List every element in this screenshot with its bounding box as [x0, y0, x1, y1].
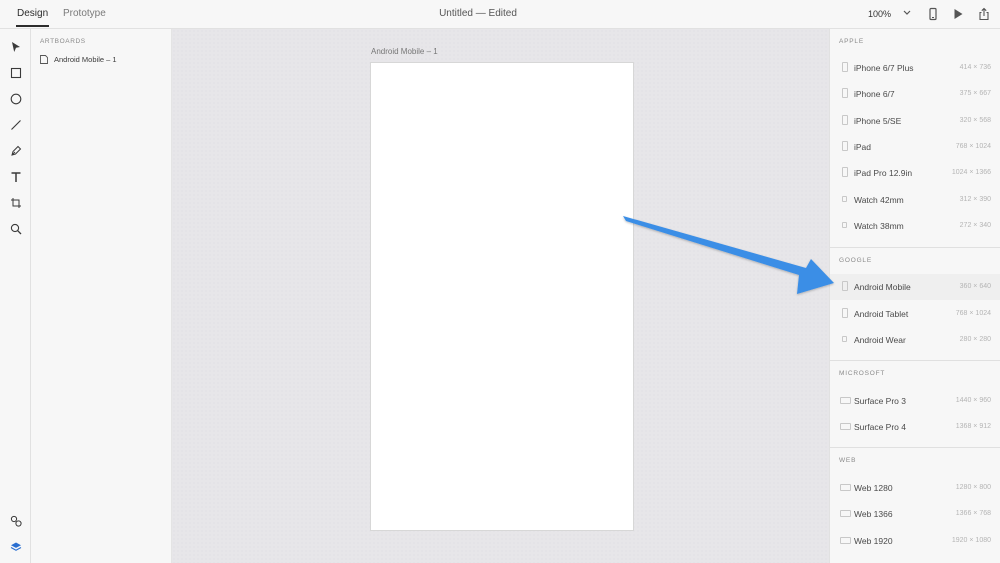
rectangle-tool-icon[interactable]	[8, 65, 23, 80]
preset-surface-pro-3[interactable]: Surface Pro 3 1440 × 960	[830, 388, 1000, 414]
section-heading-web: WEB	[839, 457, 857, 464]
device-preview-icon[interactable]	[926, 7, 940, 21]
section-heading-google: GOOGLE	[839, 257, 872, 264]
layer-item-label: Android Mobile – 1	[54, 55, 117, 64]
phone-icon	[842, 115, 848, 125]
artboard-tool-icon[interactable]	[8, 195, 23, 210]
preset-watch-42mm[interactable]: Watch 42mm 312 × 390	[830, 187, 1000, 213]
chevron-down-icon[interactable]	[901, 6, 913, 18]
preset-name: Android Wear	[854, 335, 906, 345]
phone-icon	[842, 88, 848, 98]
watch-icon	[842, 336, 847, 342]
preset-name: Web 1280	[854, 483, 893, 493]
share-icon[interactable]	[977, 7, 991, 21]
preset-iphone-5-se[interactable]: iPhone 5/SE 320 × 568	[830, 108, 1000, 134]
preset-size: 280 × 280	[959, 336, 991, 343]
preset-name: Surface Pro 3	[854, 396, 906, 406]
pen-tool-icon[interactable]	[8, 143, 23, 158]
browser-icon	[840, 510, 851, 517]
preset-size: 1368 × 912	[955, 423, 991, 430]
document-title: Untitled — Edited	[439, 8, 517, 19]
preset-watch-38mm[interactable]: Watch 38mm 272 × 340	[830, 213, 1000, 239]
preset-name: Web 1920	[854, 536, 893, 546]
laptop-icon	[840, 397, 851, 404]
layers-panel: ARTBOARDS Android Mobile – 1	[31, 29, 172, 563]
preset-size: 1440 × 960	[955, 397, 991, 404]
divider	[830, 360, 1000, 361]
zoom-level[interactable]: 100%	[868, 9, 891, 19]
preset-ipad-pro[interactable]: iPad Pro 12.9in 1024 × 1366	[830, 160, 1000, 186]
preset-android-tablet[interactable]: Android Tablet 768 × 1024	[830, 301, 1000, 327]
section-heading-microsoft: MICROSOFT	[839, 370, 886, 377]
preset-iphone-6-7[interactable]: iPhone 6/7 375 × 667	[830, 81, 1000, 107]
preset-size: 375 × 667	[959, 90, 991, 97]
laptop-icon	[840, 423, 851, 430]
text-tool-icon[interactable]	[8, 169, 23, 184]
preset-android-mobile[interactable]: Android Mobile 360 × 640	[830, 274, 1000, 300]
watch-icon	[842, 196, 847, 202]
preset-name: iPhone 5/SE	[854, 116, 902, 126]
preset-size: 768 × 1024	[955, 310, 991, 317]
preset-size: 1920 × 1080	[951, 537, 991, 544]
artboards-heading: ARTBOARDS	[40, 38, 86, 45]
artboard-icon	[40, 55, 48, 64]
line-tool-icon[interactable]	[8, 117, 23, 132]
preset-name: Surface Pro 4	[854, 422, 906, 432]
preset-name: Watch 38mm	[854, 221, 904, 231]
preset-size: 272 × 340	[959, 222, 991, 229]
preset-name: Web 1366	[854, 509, 893, 519]
preset-android-wear[interactable]: Android Wear 280 × 280	[830, 327, 1000, 353]
tablet-icon	[842, 167, 848, 177]
preset-name: iPhone 6/7 Plus	[854, 63, 914, 73]
tool-bar	[0, 29, 31, 563]
preset-name: iPhone 6/7	[854, 89, 895, 99]
preset-size: 360 × 640	[959, 283, 991, 290]
artboard-presets-panel: APPLE iPhone 6/7 Plus 414 × 736 iPhone 6/…	[829, 29, 1000, 563]
preset-web-1920[interactable]: Web 1920 1920 × 1080	[830, 528, 1000, 554]
phone-icon	[842, 62, 848, 72]
preset-name: Android Tablet	[854, 309, 909, 319]
select-tool-icon[interactable]	[8, 39, 23, 54]
canvas[interactable]: Android Mobile – 1	[172, 29, 829, 563]
zoom-tool-icon[interactable]	[8, 221, 23, 236]
layer-item-artboard[interactable]: Android Mobile – 1	[40, 55, 117, 64]
artboard[interactable]	[370, 62, 634, 531]
preset-name: iPad	[854, 142, 872, 152]
preset-size: 1280 × 800	[955, 484, 991, 491]
layers-icon[interactable]	[8, 539, 23, 554]
browser-icon	[840, 537, 851, 544]
preset-size: 320 × 568	[959, 117, 991, 124]
play-icon[interactable]	[951, 7, 965, 21]
preset-size: 768 × 1024	[955, 143, 991, 150]
watch-icon	[842, 222, 847, 228]
preset-size: 1366 × 768	[955, 510, 991, 517]
divider	[830, 447, 1000, 448]
ellipse-tool-icon[interactable]	[8, 91, 23, 106]
preset-ipad[interactable]: iPad 768 × 1024	[830, 134, 1000, 160]
preset-surface-pro-4[interactable]: Surface Pro 4 1368 × 912	[830, 414, 1000, 440]
section-heading-apple: APPLE	[839, 38, 864, 45]
preset-iphone-6-7-plus[interactable]: iPhone 6/7 Plus 414 × 736	[830, 55, 1000, 81]
top-bar: Design Prototype Untitled — Edited 100%	[0, 0, 1000, 29]
preset-web-1366[interactable]: Web 1366 1366 × 768	[830, 501, 1000, 527]
artboard-title[interactable]: Android Mobile – 1	[371, 47, 438, 56]
preset-name: iPad Pro 12.9in	[854, 168, 913, 178]
browser-icon	[840, 484, 851, 491]
preset-name: Watch 42mm	[854, 195, 904, 205]
divider	[830, 247, 1000, 248]
preset-web-1280[interactable]: Web 1280 1280 × 800	[830, 475, 1000, 501]
tablet-icon	[842, 308, 848, 318]
phone-icon	[842, 281, 848, 291]
symbols-icon[interactable]	[8, 513, 23, 528]
tablet-icon	[842, 141, 848, 151]
preset-size: 414 × 736	[959, 64, 991, 71]
preset-name: Android Mobile	[854, 282, 911, 292]
preset-size: 312 × 390	[959, 196, 991, 203]
preset-size: 1024 × 1366	[951, 169, 991, 176]
